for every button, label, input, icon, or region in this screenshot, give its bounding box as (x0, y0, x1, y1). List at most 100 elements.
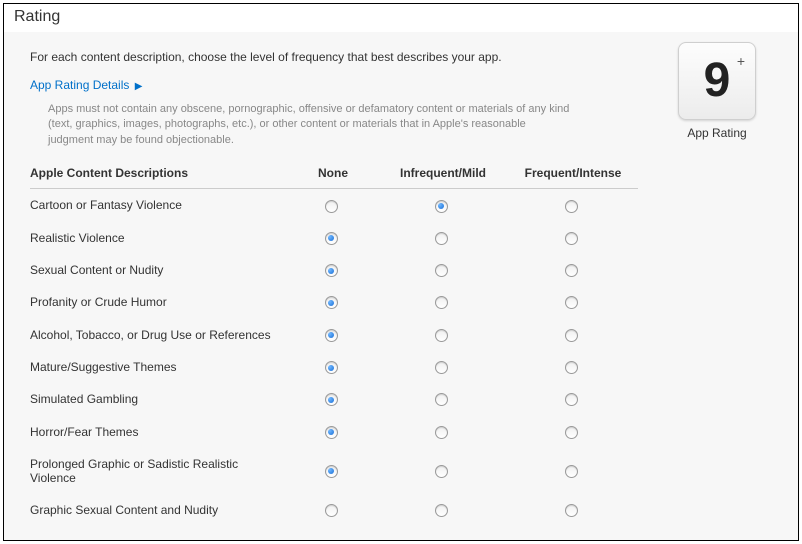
rating-row: Mature/Suggestive Themes (30, 351, 638, 383)
rating-row-label: Realistic Violence (30, 222, 288, 254)
rating-cell-none (288, 318, 378, 350)
rating-row-label: Profanity or Crude Humor (30, 286, 288, 318)
radio-none[interactable] (325, 296, 338, 309)
rating-layout: App Rating Details ▶ Apps must not conta… (30, 78, 772, 526)
radio-none[interactable] (325, 465, 338, 478)
rating-cell-intense (508, 286, 638, 318)
radio-intense[interactable] (565, 393, 578, 406)
rating-cell-mild (378, 286, 508, 318)
radio-none[interactable] (325, 361, 338, 374)
radio-none[interactable] (325, 393, 338, 406)
rating-row: Sexual Content or Nudity (30, 254, 638, 286)
radio-none[interactable] (325, 426, 338, 439)
rating-row-label: Sexual Content or Nudity (30, 254, 288, 286)
col-mild: Infrequent/Mild (378, 160, 508, 189)
rating-cell-none (288, 189, 378, 222)
col-none: None (288, 160, 378, 189)
rating-table-wrap: App Rating Details ▶ Apps must not conta… (30, 78, 638, 526)
rating-cell-none (288, 415, 378, 447)
radio-mild[interactable] (435, 200, 448, 213)
radio-intense[interactable] (565, 329, 578, 342)
rating-row-label: Alcohol, Tobacco, or Drug Use or Referen… (30, 318, 288, 350)
radio-intense[interactable] (565, 232, 578, 245)
rating-cell-intense (508, 254, 638, 286)
rating-cell-none (288, 383, 378, 415)
rating-cell-none (288, 222, 378, 254)
rating-row-label: Cartoon or Fantasy Violence (30, 189, 288, 222)
rating-cell-intense (508, 318, 638, 350)
radio-mild[interactable] (435, 393, 448, 406)
rating-row: Simulated Gambling (30, 383, 638, 415)
col-descriptions: Apple Content Descriptions (30, 160, 288, 189)
details-link-row: App Rating Details ▶ (30, 78, 638, 92)
rating-cell-mild (378, 189, 508, 222)
radio-intense[interactable] (565, 426, 578, 439)
radio-mild[interactable] (435, 232, 448, 245)
radio-intense[interactable] (565, 264, 578, 277)
panel-title: Rating (4, 4, 798, 32)
radio-mild[interactable] (435, 361, 448, 374)
rating-row: Horror/Fear Themes (30, 415, 638, 447)
rating-cell-mild (378, 448, 508, 494)
radio-none[interactable] (325, 504, 338, 517)
radio-none[interactable] (325, 200, 338, 213)
ratings-header-row: Apple Content Descriptions None Infreque… (30, 160, 638, 189)
rating-cell-none (288, 254, 378, 286)
radio-none[interactable] (325, 264, 338, 277)
app-rating-details-link[interactable]: App Rating Details ▶ (30, 78, 142, 92)
radio-mild[interactable] (435, 264, 448, 277)
rating-cell-mild (378, 415, 508, 447)
radio-mild[interactable] (435, 465, 448, 478)
rating-row-label: Prolonged Graphic or Sadistic Realistic … (30, 448, 288, 494)
rating-cell-intense (508, 383, 638, 415)
rating-row-label: Horror/Fear Themes (30, 415, 288, 447)
rating-row: Realistic Violence (30, 222, 638, 254)
rating-cell-mild (378, 383, 508, 415)
rating-row: Alcohol, Tobacco, or Drug Use or Referen… (30, 318, 638, 350)
rating-row: Cartoon or Fantasy Violence (30, 189, 638, 222)
radio-intense[interactable] (565, 296, 578, 309)
rating-row: Prolonged Graphic or Sadistic Realistic … (30, 448, 638, 494)
radio-mild[interactable] (435, 426, 448, 439)
rating-row: Graphic Sexual Content and Nudity (30, 494, 638, 526)
radio-mild[interactable] (435, 504, 448, 517)
rating-cell-none (288, 494, 378, 526)
radio-none[interactable] (325, 329, 338, 342)
radio-intense[interactable] (565, 361, 578, 374)
rating-cell-none (288, 448, 378, 494)
plus-icon: + (737, 53, 745, 69)
app-rating-card: 9 + (678, 42, 756, 120)
rating-cell-none (288, 351, 378, 383)
rating-cell-intense (508, 351, 638, 383)
radio-mild[interactable] (435, 329, 448, 342)
rating-cell-intense (508, 189, 638, 222)
app-rating-label: App Rating (662, 126, 772, 140)
intro-text: For each content description, choose the… (30, 50, 772, 64)
details-link-label: App Rating Details (30, 78, 129, 92)
rating-cell-mild (378, 222, 508, 254)
app-rating-side: 9 + App Rating (662, 42, 772, 140)
rating-cell-none (288, 286, 378, 318)
app-rating-value: 9 (704, 57, 731, 105)
radio-intense[interactable] (565, 465, 578, 478)
disclaimer-text: Apps must not contain any obscene, porno… (30, 102, 570, 160)
rating-cell-intense (508, 222, 638, 254)
radio-mild[interactable] (435, 296, 448, 309)
rating-content: For each content description, choose the… (4, 32, 798, 540)
rating-panel: Rating For each content description, cho… (3, 3, 799, 541)
rating-row: Profanity or Crude Humor (30, 286, 638, 318)
ratings-table: Apple Content Descriptions None Infreque… (30, 160, 638, 526)
rating-cell-intense (508, 448, 638, 494)
rating-cell-mild (378, 351, 508, 383)
rating-cell-intense (508, 494, 638, 526)
rating-cell-mild (378, 254, 508, 286)
rating-row-label: Mature/Suggestive Themes (30, 351, 288, 383)
col-intense: Frequent/Intense (508, 160, 638, 189)
radio-intense[interactable] (565, 200, 578, 213)
radio-none[interactable] (325, 232, 338, 245)
rating-cell-mild (378, 318, 508, 350)
rating-row-label: Graphic Sexual Content and Nudity (30, 494, 288, 526)
radio-intense[interactable] (565, 504, 578, 517)
triangle-right-icon: ▶ (135, 81, 143, 92)
rating-cell-mild (378, 494, 508, 526)
